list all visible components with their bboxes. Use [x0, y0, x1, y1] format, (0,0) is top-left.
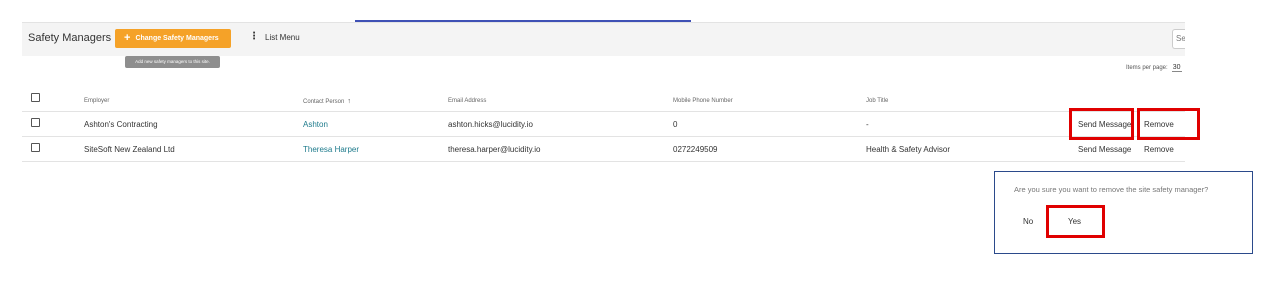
- column-header-contact-person[interactable]: Contact Person ↑: [303, 98, 351, 105]
- more-vertical-icon: ⋮: [249, 31, 259, 42]
- change-safety-managers-label: Change Safety Managers: [135, 35, 219, 42]
- employer-cell: SiteSoft New Zealand Ltd: [84, 145, 175, 154]
- search-input[interactable]: Se: [1172, 29, 1185, 49]
- mobile-cell: 0272249509: [673, 145, 718, 154]
- plus-icon: +: [124, 32, 131, 44]
- mobile-cell: 0: [673, 120, 678, 129]
- email-cell: ashton.hicks@lucidity.io: [448, 120, 533, 129]
- change-managers-tooltip: Add new safety managers to this site.: [125, 56, 220, 68]
- confirm-message: Are you sure you want to remove the site…: [1014, 185, 1209, 194]
- table-row: Ashton's Contracting Ashton ashton.hicks…: [22, 112, 1185, 137]
- column-header-employer[interactable]: Employer: [84, 98, 109, 104]
- no-button[interactable]: No: [1023, 217, 1033, 226]
- job-title-cell: Health & Safety Advisor: [866, 145, 951, 154]
- items-per-page-label: Items per page:: [1126, 65, 1168, 71]
- arrow-up-icon: ↑: [347, 98, 351, 105]
- row-checkbox[interactable]: [31, 143, 40, 152]
- yes-highlight: [1046, 205, 1105, 238]
- job-title-cell: -: [866, 120, 869, 129]
- safety-managers-panel: Safety Managers + Change Safety Managers…: [22, 22, 1185, 164]
- contact-person-link[interactable]: Ashton: [303, 120, 328, 129]
- email-cell: theresa.harper@lucidity.io: [448, 145, 541, 154]
- list-menu-button[interactable]: ⋮ List Menu: [249, 32, 300, 42]
- change-safety-managers-button[interactable]: + Change Safety Managers: [115, 29, 231, 48]
- table-row: SiteSoft New Zealand Ltd Theresa Harper …: [22, 137, 1185, 162]
- contact-person-link[interactable]: Theresa Harper: [303, 145, 359, 154]
- items-per-page-select[interactable]: 30: [1171, 64, 1182, 72]
- employer-cell: Ashton's Contracting: [84, 120, 158, 129]
- column-header-email[interactable]: Email Address: [448, 98, 486, 104]
- send-message-button[interactable]: Send Message: [1078, 145, 1131, 154]
- select-all-checkbox[interactable]: [31, 93, 40, 102]
- column-header-contact-person-label: Contact Person: [303, 99, 345, 105]
- remove-button[interactable]: Remove: [1144, 145, 1174, 154]
- list-menu-label: List Menu: [265, 32, 300, 42]
- send-message-highlight: [1069, 108, 1134, 140]
- remove-confirm-dialog: Are you sure you want to remove the site…: [994, 171, 1253, 254]
- table-header: Employer Contact Person ↑ Email Address M…: [22, 90, 1185, 112]
- items-per-page: Items per page: 30: [1126, 64, 1182, 72]
- column-header-mobile[interactable]: Mobile Phone Number: [673, 98, 733, 104]
- toolbar: Safety Managers + Change Safety Managers…: [22, 22, 1185, 56]
- column-header-job-title[interactable]: Job Title: [866, 98, 888, 104]
- page-title: Safety Managers: [28, 32, 112, 44]
- row-checkbox[interactable]: [31, 118, 40, 127]
- remove-highlight: [1137, 108, 1200, 140]
